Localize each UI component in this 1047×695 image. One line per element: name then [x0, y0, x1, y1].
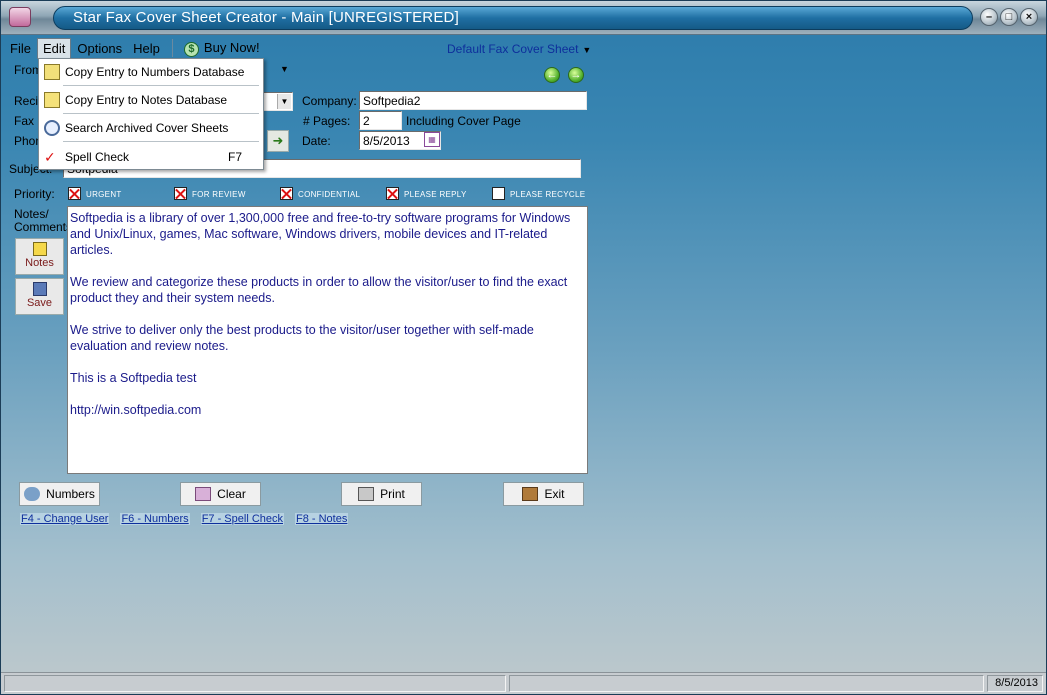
notes-button-label: Notes	[25, 257, 54, 269]
menu-divider	[63, 141, 259, 142]
comment-paragraph: We review and categorize these products …	[70, 275, 568, 305]
for-review-checkbox[interactable]	[174, 187, 187, 200]
menu-divider	[63, 85, 259, 86]
status-date: 8/5/2013	[987, 675, 1043, 692]
copy-arrow-icon[interactable]: ➜	[267, 130, 289, 152]
hotkey-notes[interactable]: F8 - Notes	[295, 513, 349, 525]
chevron-down-icon: ▼	[582, 45, 592, 55]
edit-menu-dropdown: Copy Entry to Numbers Database Copy Entr…	[38, 58, 264, 170]
maximize-button[interactable]: □	[1000, 8, 1018, 26]
calendar-icon[interactable]: ▦	[424, 132, 440, 147]
minimize-button[interactable]: –	[980, 8, 998, 26]
print-button[interactable]: Print	[341, 482, 422, 506]
spell-check-icon: ✓	[44, 149, 56, 165]
comments-textarea[interactable]: Softpedia is a library of over 1,300,000…	[67, 206, 588, 474]
pages-suffix: Including Cover Page	[406, 114, 521, 128]
window-title: Star Fax Cover Sheet Creator - Main [UNR…	[73, 9, 459, 26]
forward-arrow-icon[interactable]: →	[568, 67, 584, 83]
menu-copy-to-notes[interactable]: Copy Entry to Notes Database	[40, 88, 262, 112]
fax-label: Fax	[14, 114, 35, 128]
pages-label: # Pages:	[303, 114, 351, 128]
numbers-button[interactable]: Numbers	[19, 482, 100, 506]
exit-button[interactable]: Exit	[503, 482, 584, 506]
default-sheet-dropdown[interactable]: Default Fax Cover Sheet ▼	[447, 42, 591, 56]
company-label: Company:	[302, 94, 357, 108]
from-dropdown-caret[interactable]: ▼	[280, 64, 289, 74]
chevron-down-icon[interactable]: ▼	[277, 94, 291, 109]
notes-label: Notes/	[14, 207, 49, 221]
menu-file[interactable]: File	[5, 39, 36, 58]
menu-item-label: Copy Entry to Numbers Database	[65, 65, 245, 79]
comment-paragraph: This is a Softpedia test	[70, 371, 197, 385]
please-recycle-label: PLEASE RECYCLE	[510, 190, 586, 199]
status-pane-middle	[509, 675, 984, 692]
printer-icon	[358, 487, 375, 501]
please-reply-label: PLEASE REPLY	[404, 190, 467, 199]
please-reply-checkbox[interactable]	[386, 187, 399, 200]
urgent-label: URGENT	[86, 190, 122, 199]
back-arrow-icon[interactable]: ←	[544, 67, 560, 83]
print-button-label: Print	[380, 487, 405, 501]
for-review-label: FOR REVIEW	[192, 190, 246, 199]
save-button-label: Save	[26, 297, 53, 309]
date-label: Date:	[302, 134, 331, 148]
dollar-icon: $	[183, 41, 199, 57]
confidential-checkbox[interactable]	[280, 187, 293, 200]
default-sheet-label: Default Fax Cover Sheet	[447, 42, 579, 56]
window-controls: – □ ×	[980, 8, 1038, 26]
eraser-icon	[195, 487, 212, 501]
close-button[interactable]: ×	[1020, 8, 1038, 26]
status-pane-main	[4, 675, 506, 692]
please-recycle-checkbox[interactable]	[492, 187, 505, 200]
comment-paragraph: Softpedia is a library of over 1,300,000…	[70, 211, 571, 257]
notes-icon	[32, 242, 47, 256]
notes-button[interactable]: Notes	[15, 238, 64, 275]
comment-paragraph: http://win.softpedia.com	[70, 403, 202, 417]
main-window: Star Fax Cover Sheet Creator - Main [UNR…	[0, 0, 1047, 695]
menu-spell-check[interactable]: ✓ Spell Check F7	[40, 145, 262, 169]
numbers-button-label: Numbers	[46, 487, 95, 501]
menu-item-label: Search Archived Cover Sheets	[65, 121, 229, 135]
title-bar[interactable]: Star Fax Cover Sheet Creator - Main [UNR…	[1, 1, 1046, 35]
save-button[interactable]: Save	[15, 278, 64, 315]
menu-copy-to-numbers[interactable]: Copy Entry to Numbers Database	[40, 60, 262, 84]
status-bar: 8/5/2013	[1, 672, 1046, 694]
exit-button-label: Exit	[544, 487, 565, 501]
copy-green-arrow-icon	[44, 64, 60, 80]
magnifier-icon	[44, 120, 60, 136]
recipient-combo[interactable]: ▼	[263, 92, 293, 111]
hotkey-change-user[interactable]: F4 - Change User	[20, 513, 110, 525]
menu-shortcut: F7	[227, 150, 242, 164]
clear-button[interactable]: Clear	[180, 482, 261, 506]
company-field[interactable]: Softpedia2	[359, 91, 587, 110]
note-icon	[44, 92, 60, 108]
confidential-label: CONFIDENTIAL	[298, 190, 361, 199]
priority-label: Priority:	[14, 187, 55, 201]
phone-icon	[24, 487, 41, 501]
menu-item-label: Spell Check	[65, 150, 130, 164]
urgent-checkbox[interactable]	[68, 187, 81, 200]
menu-search-archived[interactable]: Search Archived Cover Sheets	[40, 116, 262, 140]
menu-options[interactable]: Options	[72, 39, 127, 58]
app-icon[interactable]	[9, 7, 31, 27]
pages-field[interactable]: 2	[359, 111, 402, 130]
hotkey-numbers[interactable]: F6 - Numbers	[120, 513, 190, 525]
menu-edit[interactable]: Edit	[36, 37, 72, 59]
exit-door-icon	[522, 487, 539, 501]
clear-button-label: Clear	[217, 487, 246, 501]
buy-now-button[interactable]: $ Buy Now!	[179, 38, 265, 59]
floppy-disk-icon	[32, 282, 47, 296]
comment-paragraph: We strive to deliver only the best produ…	[70, 323, 534, 353]
menu-help[interactable]: Help	[128, 39, 165, 58]
buy-now-label: Buy Now!	[203, 39, 260, 55]
menu-divider	[63, 113, 259, 114]
menu-separator	[171, 39, 173, 57]
menu-item-label: Copy Entry to Notes Database	[65, 93, 228, 107]
hotkey-links: F4 - Change User F6 - Numbers F7 - Spell…	[20, 513, 349, 525]
hotkey-spell-check[interactable]: F7 - Spell Check	[200, 513, 284, 525]
